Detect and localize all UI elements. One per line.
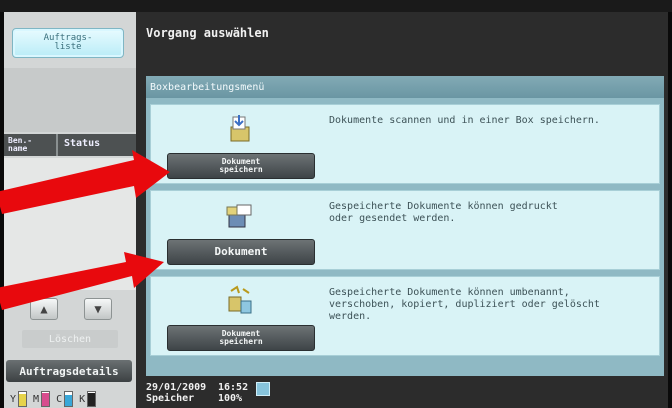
toner-gauge: C [56, 391, 74, 407]
toner-bar [87, 391, 97, 407]
device-bezel [0, 0, 672, 12]
status-date: 29/01/2009 [146, 382, 207, 393]
delete-button[interactable]: Löschen [22, 330, 118, 348]
toner-gauge: Y [10, 391, 28, 407]
document-button[interactable]: Dokument [167, 239, 315, 265]
menu-header: Boxbearbeitungsmenü [146, 76, 664, 98]
save-document-button-2[interactable]: Dokument speichern [167, 325, 315, 351]
left-panel: Auftrags- liste Ben.- name Status ▲ ▼ Lö… [4, 12, 137, 408]
menu-row-scan-save: Dokument speichern Dokumente scannen und… [150, 104, 660, 184]
toner-bar [41, 391, 51, 407]
toner-label: C [56, 393, 63, 405]
toner-levels: YMCK [10, 390, 132, 408]
document-organize-icon [228, 285, 252, 314]
job-list-area[interactable] [4, 158, 137, 290]
touch-screen: Auftrags- liste Ben.- name Status ▲ ▼ Lö… [4, 12, 668, 408]
toner-label: M [33, 393, 40, 405]
toner-fill [19, 394, 27, 406]
job-details-button[interactable]: Auftragsdetails [6, 360, 132, 382]
row-description: Gespeicherte Dokumente können umbenannt,… [329, 287, 600, 322]
box-edit-menu: Boxbearbeitungsmenü Dokument speichern D… [146, 76, 664, 376]
job-list-button[interactable]: Auftrags- liste [12, 28, 124, 58]
row-description: Gespeicherte Dokumente können gedruckt o… [329, 201, 558, 224]
network-icon [256, 382, 270, 396]
document-print-send-icon [226, 204, 252, 228]
memory-label: Speicher [146, 393, 195, 404]
column-name-header: Ben.- name [8, 136, 33, 153]
toner-bar [64, 391, 74, 407]
main-panel: Vorgang auswählen Boxbearbeitungsmenü Do… [136, 12, 668, 408]
toner-label: Y [10, 393, 17, 405]
toner-fill [88, 392, 96, 406]
arrow-up-icon: ▲ [40, 302, 48, 316]
column-status-header: Status [64, 138, 101, 149]
toner-fill [65, 394, 73, 406]
toner-gauge: K [79, 391, 97, 407]
column-divider [56, 134, 58, 156]
save-document-button[interactable]: Dokument speichern [167, 153, 315, 179]
row-description: Dokumente scannen und in einer Box speic… [329, 115, 600, 126]
status-time: 16:52 [218, 382, 249, 393]
page-title: Vorgang auswählen [146, 26, 269, 40]
memory-value: 100% [218, 393, 243, 404]
status-bar: 29/01/2009 16:52 Speicher 100% [146, 382, 248, 404]
arrow-down-icon: ▼ [94, 302, 102, 316]
left-panel-spacer [4, 68, 136, 132]
toner-gauge: M [33, 391, 51, 407]
toner-bar [18, 391, 28, 407]
scroll-up-button[interactable]: ▲ [30, 298, 58, 320]
toner-label: K [79, 393, 86, 405]
job-list-header: Ben.- name Status [4, 134, 136, 156]
scroll-down-button[interactable]: ▼ [84, 298, 112, 320]
box-scan-icon [230, 115, 250, 142]
menu-row-use-document: Dokument Gespeicherte Dokumente können g… [150, 190, 660, 270]
toner-fill [42, 393, 50, 406]
menu-row-organize: Dokument speichern Gespeicherte Dokument… [150, 276, 660, 356]
